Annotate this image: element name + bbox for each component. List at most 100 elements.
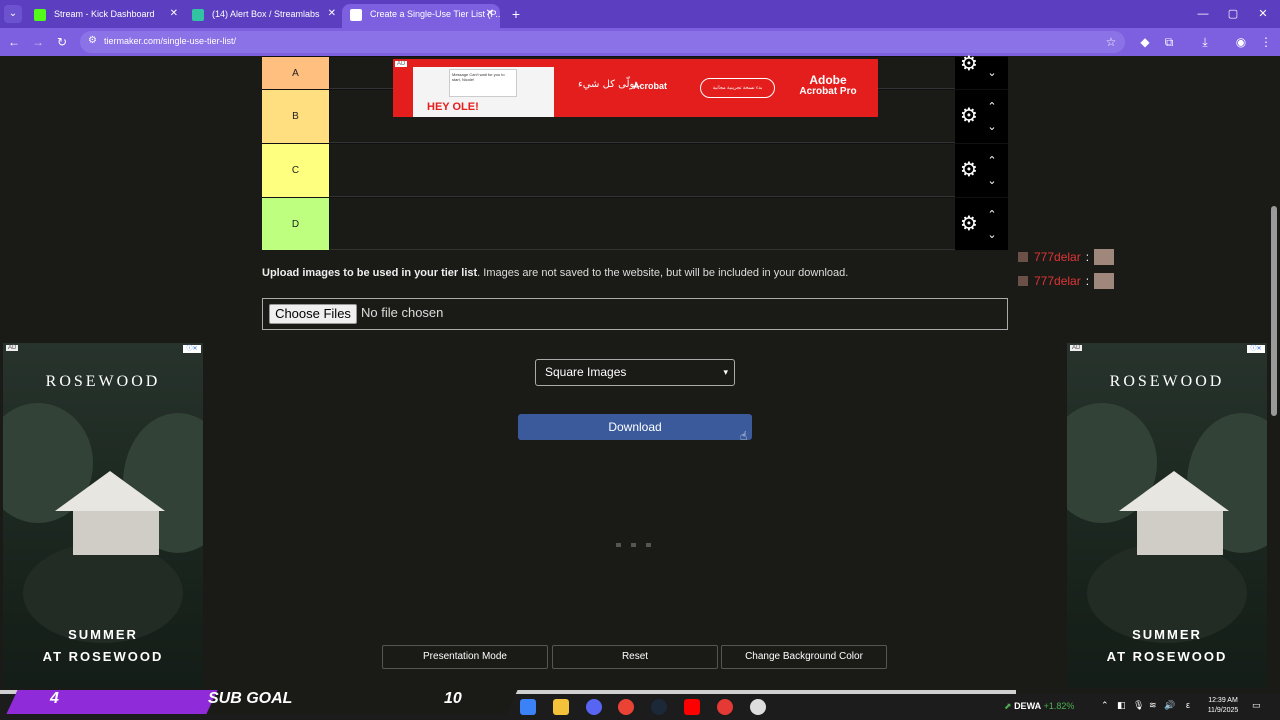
tiermaker-favicon-icon — [350, 9, 362, 21]
move-down-chevron-icon[interactable]: ⌄ — [985, 174, 999, 188]
chat-badge-icon — [1018, 252, 1028, 262]
file-explorer-icon[interactable] — [553, 699, 569, 715]
page-scrollbar[interactable] — [1268, 56, 1280, 688]
maximize-icon[interactable]: ▢ — [1218, 4, 1248, 24]
move-down-chevron-icon[interactable]: ⌄ — [985, 228, 999, 242]
upload-instructions-rest: . Images are not saved to the website, b… — [477, 267, 849, 279]
close-tab-icon[interactable]: ✕ — [170, 4, 178, 24]
tier-settings-gear-icon[interactable]: ⚙ — [959, 106, 979, 126]
steam-icon[interactable] — [651, 699, 667, 715]
rosewood-side-ad-left[interactable]: AD ⓘ✕ ROSEWOOD SUMMER AT ROSEWOOD — [3, 343, 203, 688]
tab-title: Stream - Kick Dashboard — [54, 9, 155, 19]
sub-goal-label: SUB GOAL — [208, 690, 293, 707]
tab-alert-box[interactable]: (14) Alert Box / Streamlabs ✕ — [184, 4, 342, 28]
volume-icon[interactable]: 🔊 — [1164, 700, 1175, 711]
clock-date: 11/9/2025 — [1207, 707, 1239, 714]
wifi-icon[interactable]: ≋ — [1149, 700, 1157, 711]
download-button[interactable]: Download — [518, 414, 752, 440]
image-mode-value: Square Images — [545, 365, 627, 379]
rosewood-logo: ROSEWOOD — [45, 373, 161, 390]
close-tab-icon[interactable]: ✕ — [486, 4, 494, 24]
move-down-chevron-icon[interactable]: ⌄ — [985, 120, 999, 134]
store-icon[interactable] — [520, 699, 536, 715]
tier-label[interactable]: B — [262, 90, 329, 143]
rosewood-logo: ROSEWOOD — [1109, 373, 1225, 390]
tab-title: (14) Alert Box / Streamlabs — [212, 9, 320, 19]
tier-settings-gear-icon[interactable]: ⚙ — [959, 214, 979, 234]
move-up-chevron-icon[interactable]: ⌃ — [985, 208, 999, 222]
tier-settings-gear-icon[interactable]: ⚙ — [959, 160, 979, 180]
tier-controls: ⚙ ⌄ — [955, 54, 1008, 89]
move-down-chevron-icon[interactable]: ⌄ — [985, 66, 999, 80]
upload-instructions: Upload images to be used in your tier li… — [262, 267, 848, 279]
minimize-icon[interactable]: — — [1188, 4, 1218, 24]
tier-row-d: D ⚙ ⌃ ⌄ — [262, 197, 1008, 250]
move-up-chevron-icon[interactable]: ⌃ — [985, 154, 999, 168]
presentation-mode-button[interactable]: Presentation Mode — [382, 645, 548, 669]
new-tab-plus-icon[interactable]: + — [506, 4, 526, 24]
tier-items-dropzone[interactable] — [329, 198, 955, 250]
browser-menu-icon[interactable]: ⋮ — [1258, 34, 1274, 50]
file-input[interactable]: Choose Files No file chosen — [262, 298, 1008, 330]
sub-goal-overlay: 4 SUB GOAL 10 — [0, 688, 520, 716]
obs-icon[interactable] — [750, 699, 766, 715]
close-window-icon[interactable]: ✕ — [1248, 4, 1278, 24]
ad-close-icon[interactable]: ⓘ✕ — [1247, 345, 1265, 353]
chat-message: 777delar : — [1018, 273, 1115, 289]
tier-label[interactable]: D — [262, 198, 329, 250]
chat-message: 777delar : — [1018, 249, 1115, 265]
download-icon[interactable]: ⤓ — [1197, 34, 1213, 50]
bookmark-star-icon[interactable]: ☆ — [1103, 34, 1119, 50]
chat-emote-icon — [1094, 249, 1115, 265]
extensions-puzzle-icon[interactable]: ⧉ — [1161, 34, 1177, 50]
acrobat-pro-logo-text: Acrobat Pro — [799, 86, 857, 97]
tier-controls: ⚙ ⌃ ⌄ — [955, 90, 1008, 143]
scrollbar-thumb[interactable] — [1271, 206, 1277, 416]
clock-time: 12:39 AM — [1208, 697, 1238, 704]
tab-tiermaker[interactable]: Create a Single-Use Tier List (P... ✕ — [342, 4, 500, 28]
system-clock[interactable]: 12:39 AM 11/9/2025 — [1203, 696, 1243, 716]
ad-product-name: Acrobat — [633, 81, 668, 91]
sub-goal-target: 10 — [444, 690, 462, 707]
sub-goal-current: 4 — [50, 690, 59, 707]
tier-label[interactable]: A — [262, 57, 329, 89]
notification-icon[interactable]: ▭ — [1252, 700, 1261, 711]
ad-headline: HEY OLE! — [427, 101, 479, 113]
image-mode-select[interactable]: Square Images ▾ — [535, 359, 735, 386]
extension-icon[interactable]: ◆ — [1137, 34, 1153, 50]
media-player-icon[interactable] — [717, 699, 733, 715]
discord-icon[interactable] — [586, 699, 602, 715]
ad-badge: AD — [6, 345, 19, 351]
ad-trial-button[interactable]: بدء نسخة تجريبية مجانية — [700, 78, 775, 98]
move-up-chevron-icon[interactable]: ⌃ — [985, 100, 999, 114]
app-tray-icon[interactable]: ◧ — [1117, 700, 1126, 711]
reset-button[interactable]: Reset — [552, 645, 718, 669]
reload-icon[interactable]: ↻ — [54, 34, 70, 50]
tier-settings-gear-icon[interactable]: ⚙ — [959, 54, 979, 74]
microphone-icon[interactable]: 🎙 — [1133, 700, 1144, 711]
omnibox[interactable]: ⚙ tiermaker.com/single-use-tier-list/ — [80, 31, 1125, 53]
ad-close-icon[interactable]: ⓘ✕ — [183, 345, 201, 353]
upload-instructions-bold: Upload images to be used in your tier li… — [262, 267, 478, 279]
acrobat-banner-ad[interactable]: AD Message Can't wait for you to start, … — [393, 59, 878, 117]
profile-avatar-icon[interactable]: ◉ — [1233, 34, 1249, 50]
back-arrow-icon[interactable]: ← — [6, 34, 22, 50]
change-background-color-button[interactable]: Change Background Color — [721, 645, 887, 669]
streamlabs-favicon-icon — [192, 9, 204, 21]
tab-search-button[interactable]: ⌄ — [4, 5, 22, 23]
site-info-icon[interactable]: ⚙ — [88, 35, 97, 46]
tray-overflow-icon[interactable]: ⌃ — [1101, 700, 1109, 711]
choose-files-button[interactable]: Choose Files — [269, 304, 357, 324]
stock-widget[interactable]: ⬈ DEWA +1.82% — [1004, 701, 1074, 712]
tier-row-c: C ⚙ ⌃ ⌄ — [262, 143, 1008, 197]
tier-label[interactable]: C — [262, 144, 329, 197]
chat-separator: : — [1085, 274, 1090, 288]
youtube-icon[interactable] — [684, 699, 700, 715]
rosewood-side-ad-right[interactable]: AD ⓘ✕ ROSEWOOD SUMMER AT ROSEWOOD — [1067, 343, 1267, 688]
chrome-icon[interactable] — [618, 699, 634, 715]
forward-arrow-icon[interactable]: → — [30, 34, 46, 50]
language-indicator-icon[interactable]: ε — [1186, 700, 1190, 710]
close-tab-icon[interactable]: ✕ — [328, 4, 336, 24]
tier-items-dropzone[interactable] — [329, 144, 955, 197]
tab-kick-dashboard[interactable]: Stream - Kick Dashboard ✕ — [26, 4, 184, 28]
